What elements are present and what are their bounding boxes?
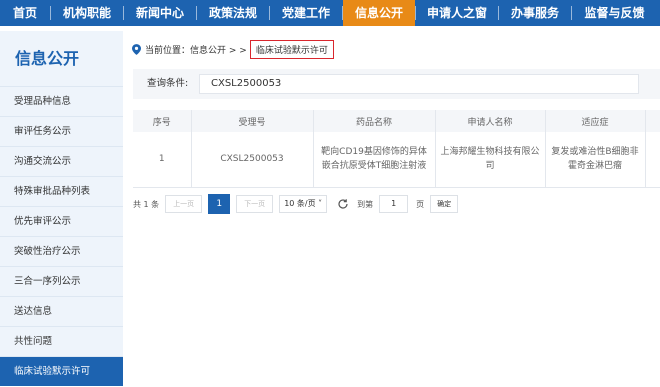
cell-index: 1 bbox=[133, 132, 192, 188]
total-count: 共 1 条 bbox=[133, 199, 160, 209]
results-table: 序号 受理号 药品名称 申请人名称 适应症 1 CXSL2500053 靶向CD… bbox=[133, 110, 660, 188]
nav-item-institutions[interactable]: 机构职能 bbox=[51, 0, 123, 26]
header-acceptance-no: 受理号 bbox=[191, 110, 314, 132]
cell-indication: 复发或难治性B细胞非霍奇金淋巴瘤 bbox=[545, 132, 646, 188]
sidebar-item-breakthrough-therapy[interactable]: 突破性治疗公示 bbox=[0, 236, 123, 266]
nav-item-supervision[interactable]: 监督与反馈 bbox=[572, 0, 657, 26]
nav-item-policies[interactable]: 政策法规 bbox=[197, 0, 269, 26]
header-index: 序号 bbox=[133, 110, 192, 132]
location-pin-icon bbox=[132, 43, 141, 55]
breadcrumb-prefix[interactable]: 当前位置：信息公开 > > bbox=[145, 43, 247, 56]
prev-page-button[interactable]: 上一页 bbox=[165, 195, 203, 213]
cell-drug-name: 靶向CD19基因修饰的异体嵌合抗原受体T细胞注射液 bbox=[313, 132, 436, 188]
sidebar-title: 信息公开 bbox=[15, 49, 80, 68]
cell-extra bbox=[645, 132, 660, 188]
nav-item-party-building[interactable]: 党建工作 bbox=[270, 0, 342, 26]
goto-page-input[interactable]: 1 bbox=[379, 195, 409, 213]
sidebar-item-communication[interactable]: 沟通交流公示 bbox=[0, 146, 123, 176]
sidebar-item-clinical-trial-permit[interactable]: 临床试验默示许可 bbox=[0, 356, 123, 386]
page-number-button[interactable]: 1 bbox=[208, 194, 231, 214]
nav-item-applicant-window[interactable]: 申请人之窗 bbox=[416, 0, 498, 26]
page-size-select[interactable]: 10 条/页 ˅ bbox=[279, 195, 328, 213]
pagination: 共 1 条 上一页 1 下一页 10 条/页 ˅ 到第 1 页 确定 bbox=[133, 194, 459, 214]
confirm-button[interactable]: 确定 bbox=[430, 195, 459, 213]
top-nav: 首页 机构职能 新闻中心 政策法规 党建工作 信息公开 申请人之窗 办事服务 监… bbox=[0, 0, 660, 26]
sidebar-item-special-approval[interactable]: 特殊审批品种列表 bbox=[0, 176, 123, 206]
table-header-row: 序号 受理号 药品名称 申请人名称 适应症 bbox=[133, 110, 660, 132]
refresh-icon[interactable] bbox=[337, 198, 349, 210]
cell-acceptance-no: CXSL2500053 bbox=[191, 132, 314, 188]
nav-item-services[interactable]: 办事服务 bbox=[499, 0, 571, 26]
sidebar-item-delivery-info[interactable]: 送达信息 bbox=[0, 296, 123, 326]
header-drug-name: 药品名称 bbox=[313, 110, 436, 132]
sidebar-item-common-issues[interactable]: 共性问题 bbox=[0, 326, 123, 356]
breadcrumb: 当前位置：信息公开 > > 临床试验默示许可 bbox=[132, 39, 334, 59]
nav-item-home[interactable]: 首页 bbox=[0, 0, 50, 26]
goto-label: 到第 bbox=[357, 199, 374, 209]
breadcrumb-current: 临床试验默示许可 bbox=[249, 39, 334, 59]
nav-item-info-disclosure[interactable]: 信息公开 bbox=[343, 0, 415, 26]
query-bar: 查询条件: CXSL2500053 bbox=[133, 69, 660, 99]
query-label: 查询条件: bbox=[147, 78, 189, 89]
sidebar-item-review-tasks[interactable]: 审评任务公示 bbox=[0, 116, 123, 146]
page-size-value: 10 条/页 bbox=[284, 199, 316, 208]
nav-item-news[interactable]: 新闻中心 bbox=[124, 0, 196, 26]
sidebar-item-priority-review[interactable]: 优先审评公示 bbox=[0, 206, 123, 236]
sidebar: 信息公开 受理品种信息 审评任务公示 沟通交流公示 特殊审批品种列表 优先审评公… bbox=[0, 31, 123, 386]
page-unit-label: 页 bbox=[416, 199, 425, 209]
header-extra bbox=[645, 110, 660, 132]
sidebar-item-accepted-varieties[interactable]: 受理品种信息 bbox=[0, 86, 123, 116]
table-row[interactable]: 1 CXSL2500053 靶向CD19基因修饰的异体嵌合抗原受体T细胞注射液 … bbox=[133, 132, 660, 188]
query-input[interactable]: CXSL2500053 bbox=[199, 74, 639, 94]
cell-applicant: 上海邦耀生物科技有限公司 bbox=[435, 132, 546, 188]
main-content: 当前位置：信息公开 > > 临床试验默示许可 查询条件: CXSL2500053… bbox=[126, 31, 660, 373]
header-applicant: 申请人名称 bbox=[435, 110, 546, 132]
header-indication: 适应症 bbox=[545, 110, 646, 132]
chevron-down-icon: ˅ bbox=[318, 199, 323, 208]
sidebar-item-three-in-one[interactable]: 三合一序列公示 bbox=[0, 266, 123, 296]
next-page-button[interactable]: 下一页 bbox=[236, 195, 274, 213]
